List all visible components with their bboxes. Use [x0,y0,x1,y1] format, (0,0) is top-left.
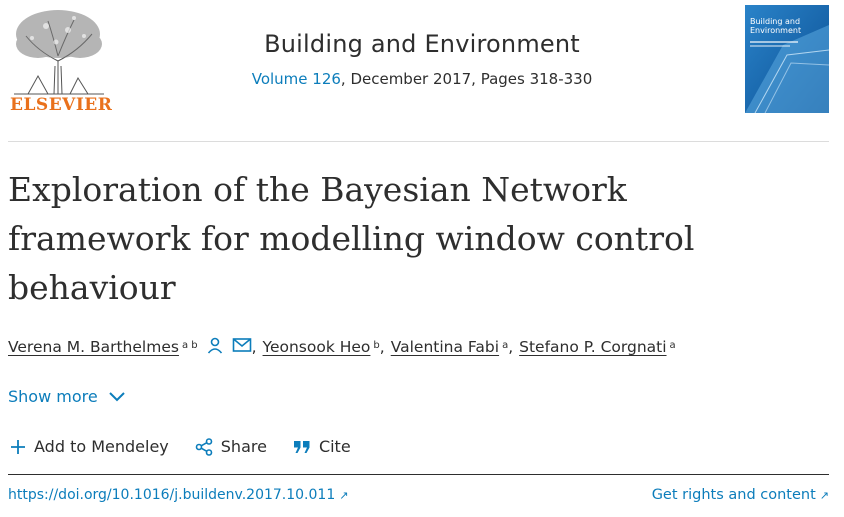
author-separator: , [251,338,257,356]
chevron-down-icon [108,391,125,401]
actions-divider [8,474,829,475]
doi-link[interactable]: https://doi.org/10.1016/j.buildenv.2017.… [8,487,348,503]
doi-text: https://doi.org/10.1016/j.buildenv.2017.… [8,487,336,503]
add-to-mendeley-button[interactable]: Add to Mendeley [10,437,169,456]
author-affiliation: a [669,339,676,351]
author-list: Verena M. Barthelmes a b , Yeonsook Heo … [8,336,676,358]
external-link-icon: ↗ [339,489,349,502]
journal-heading: Building and Environment Volume 126, Dec… [0,30,844,88]
show-more-button[interactable]: Show more [8,387,126,406]
article-title: Exploration of the Bayesian Network fram… [8,170,695,307]
author-affiliation: b [373,339,380,351]
author-link[interactable]: Verena M. Barthelmes [8,338,179,356]
envelope-icon[interactable] [232,337,252,357]
journal-cover-image[interactable]: Building and Environment [745,5,829,113]
show-more-label: Show more [8,387,98,406]
header-divider [8,141,829,142]
mendeley-label: Add to Mendeley [34,437,169,456]
external-link-icon: ↗ [819,489,829,502]
volume-link[interactable]: Volume 126 [252,70,341,88]
publisher-name: ELSEVIER [10,95,113,115]
author-affiliation: a b [181,339,198,351]
author-affiliation: a [502,339,509,351]
share-label: Share [220,437,267,456]
rights-and-content-link[interactable]: Get rights and content ↗ [652,487,829,503]
journal-issue-info: Volume 126, December 2017, Pages 318-330 [0,70,844,88]
share-button[interactable]: Share [195,437,267,456]
author-separator: , [379,338,385,356]
article-actions: Add to Mendeley Share Cite [10,437,377,456]
plus-icon [10,439,26,455]
share-icon [195,437,213,456]
author-separator: , [508,338,514,356]
cite-label: Cite [318,437,351,456]
quote-icon [293,440,311,454]
journal-title[interactable]: Building and Environment [0,30,844,58]
issue-details: , December 2017, Pages 318-330 [340,70,593,88]
cover-title: Building and Environment [750,17,802,35]
person-icon[interactable] [206,336,224,358]
author-link[interactable]: Valentina Fabi [391,338,499,356]
author-link[interactable]: Stefano P. Corgnati [519,338,666,356]
cite-button[interactable]: Cite [293,437,351,456]
rights-text: Get rights and content [651,487,816,503]
author-link[interactable]: Yeonsook Heo [263,338,371,356]
